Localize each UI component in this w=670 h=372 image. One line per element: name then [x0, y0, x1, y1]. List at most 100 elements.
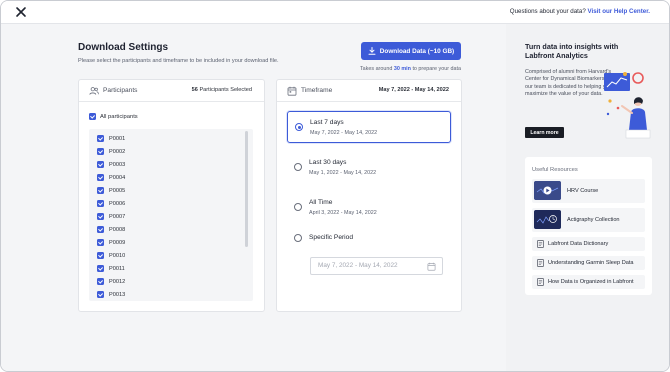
calendar-icon[interactable]: [427, 262, 436, 271]
video-thumbnail-icon: [534, 181, 561, 200]
resource-label: Labfront Data Dictionary: [548, 241, 609, 247]
all-participants-label: All participants: [100, 113, 138, 120]
resource-garmin-sleep-data[interactable]: Understanding Garmin Sleep Data: [532, 256, 645, 270]
participant-item[interactable]: P0012: [97, 278, 125, 285]
option-label: Last 7 days: [310, 119, 344, 126]
timeframe-card: Timeframe May 7, 2022 - May 14, 2022 Las…: [276, 79, 462, 312]
checkbox-checked-icon: [97, 239, 104, 246]
participant-item[interactable]: P0003: [97, 161, 125, 168]
participant-id: P0009: [109, 239, 126, 246]
participant-id: P0011: [109, 265, 125, 272]
checkbox-checked-icon: [97, 291, 104, 298]
radio-selected-icon: [295, 123, 303, 131]
page-title: Download Settings: [78, 42, 168, 53]
participant-id: P0004: [109, 174, 126, 181]
download-icon: [368, 47, 376, 55]
help-center-link[interactable]: Visit our Help Center.: [588, 8, 650, 15]
participant-item[interactable]: P0007: [97, 213, 125, 220]
checkbox-checked-icon: [97, 213, 104, 220]
radio-unselected-icon: [294, 234, 302, 242]
selected-count-label: Participants Selected: [199, 87, 252, 93]
useful-resources-card: Useful Resources HRV Course Actigraphy C…: [525, 157, 652, 295]
participant-list: P0001 P0002 P0003 P0004 P0005 P0006 P000…: [89, 129, 253, 301]
radio-unselected-icon: [294, 203, 302, 211]
participant-item[interactable]: P0013: [97, 291, 125, 298]
prep-time-prefix: Takes around: [359, 66, 393, 72]
participant-item[interactable]: P0008: [97, 226, 125, 233]
timeframe-option-last-7-days[interactable]: Last 7 days May 7, 2022 - May 14, 2022: [287, 111, 451, 143]
download-data-button[interactable]: Download Data (~10 GB): [361, 42, 461, 60]
checkbox-checked-icon: [97, 187, 104, 194]
participant-item[interactable]: P0002: [97, 148, 125, 155]
analytics-illustration-icon: [604, 72, 651, 139]
specific-period-date-field[interactable]: May 7, 2022 - May 14, 2022: [310, 257, 443, 275]
resources-title: Useful Resources: [532, 167, 578, 173]
close-icon[interactable]: [15, 6, 27, 18]
participant-id: P0007: [109, 213, 126, 220]
prep-time-note: Takes around 30 min to prepare your data: [360, 66, 461, 72]
all-participants-checkbox[interactable]: All participants: [89, 113, 138, 120]
participant-id: P0008: [109, 226, 126, 233]
resource-label: How Data is Organized in Labfront: [548, 279, 634, 285]
timeframe-option-last-30-days[interactable]: Last 30 days May 1, 2022 - May 14, 2022: [287, 152, 451, 184]
participant-item[interactable]: P0011: [97, 265, 125, 272]
resource-actigraphy-collection[interactable]: Actigraphy Collection: [532, 208, 645, 232]
participant-id: P0005: [109, 187, 126, 194]
main-panel: Download Settings Please select the part…: [1, 24, 506, 371]
participants-title: Participants: [103, 87, 138, 94]
participant-list-scrollbar[interactable]: [245, 131, 248, 247]
download-button-label: Download Data (~10 GB): [379, 47, 455, 55]
document-icon: [537, 259, 544, 267]
checkbox-checked-icon: [97, 278, 104, 285]
learn-more-button[interactable]: Learn more: [525, 127, 564, 138]
resource-label: HRV Course: [567, 188, 599, 194]
calendar-icon: [287, 86, 297, 96]
participant-item[interactable]: P0005: [97, 187, 125, 194]
participant-id: P0010: [109, 252, 126, 259]
participant-item[interactable]: P0010: [97, 252, 125, 259]
participant-item[interactable]: P0004: [97, 174, 125, 181]
participants-selected-count: 56 Participants Selected: [192, 87, 252, 93]
resource-hrv-course[interactable]: HRV Course: [532, 179, 645, 203]
participant-id: P0013: [109, 291, 126, 298]
sidebar: Turn data into insights with Labfront An…: [506, 24, 669, 371]
radio-unselected-icon: [294, 163, 302, 171]
checkbox-checked-icon: [89, 113, 96, 120]
checkbox-checked-icon: [97, 148, 104, 155]
participant-id: P0006: [109, 200, 126, 207]
resource-label: Understanding Garmin Sleep Data: [548, 260, 634, 266]
promo-title: Turn data into insights with Labfront An…: [525, 42, 619, 60]
resource-data-dictionary[interactable]: Labfront Data Dictionary: [532, 237, 645, 251]
prep-time-value: 30 min: [393, 66, 411, 72]
prep-time-suffix: to prepare your data: [412, 66, 461, 72]
users-icon: [89, 87, 99, 95]
checkbox-checked-icon: [97, 174, 104, 181]
help-question-text: Questions about your data?: [509, 8, 586, 15]
participant-item[interactable]: P0006: [97, 200, 125, 207]
checkbox-checked-icon: [97, 226, 104, 233]
option-label: Specific Period: [309, 234, 353, 241]
option-date-range: April 3, 2022 - May 14, 2022: [309, 210, 377, 216]
timeframe-option-specific-period[interactable]: Specific Period: [287, 228, 451, 248]
resource-data-organization[interactable]: How Data is Organized in Labfront: [532, 275, 645, 289]
participant-id: P0001: [109, 135, 126, 142]
timeframe-range: May 7, 2022 - May 14, 2022: [378, 87, 449, 93]
document-icon: [537, 240, 544, 248]
option-label: Last 30 days: [309, 159, 347, 166]
timeframe-header: Timeframe May 7, 2022 - May 14, 2022: [277, 80, 461, 102]
checkbox-checked-icon: [97, 200, 104, 207]
checkbox-checked-icon: [97, 161, 104, 168]
checkbox-checked-icon: [97, 135, 104, 142]
participant-item[interactable]: P0001: [97, 135, 125, 142]
date-field-placeholder: May 7, 2022 - May 14, 2022: [318, 262, 398, 269]
document-icon: [537, 278, 544, 286]
participant-id: P0002: [109, 148, 126, 155]
selected-count-number: 56: [191, 87, 198, 93]
participant-item[interactable]: P0009: [97, 239, 125, 246]
page-subtitle: Please select the participants and timef…: [78, 58, 279, 64]
timeframe-option-all-time[interactable]: All Time April 3, 2022 - May 14, 2022: [287, 192, 451, 224]
participants-header: Participants 56 Participants Selected: [79, 80, 264, 102]
resource-label: Actigraphy Collection: [567, 217, 620, 223]
option-label: All Time: [309, 199, 333, 206]
download-settings-window: Questions about your data? Visit our Hel…: [0, 0, 670, 372]
